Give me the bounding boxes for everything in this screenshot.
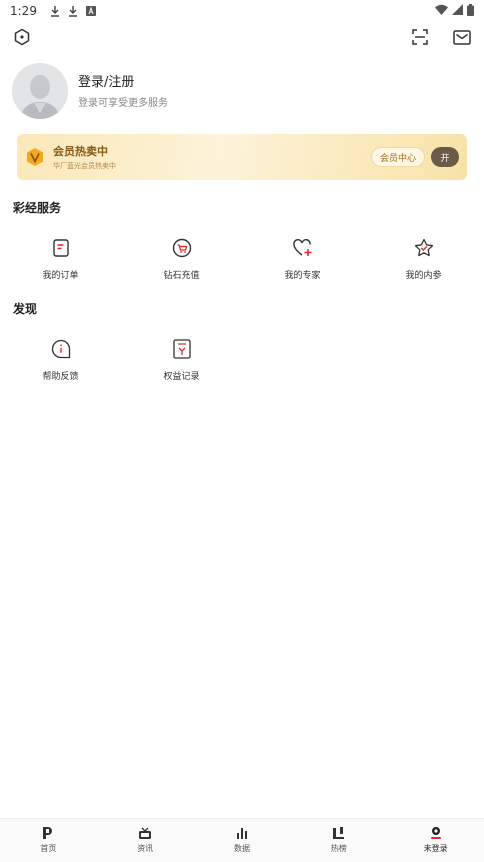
benefit-record-label: 权益记录 (163, 372, 200, 382)
tab-news[interactable]: 资讯 (97, 819, 194, 862)
avatar[interactable] (12, 63, 68, 119)
star-check-icon (413, 237, 435, 259)
top-bar (0, 26, 484, 50)
tv-icon (138, 826, 152, 840)
my-insider-item[interactable]: 我的内参 (363, 237, 484, 281)
help-feedback-item[interactable]: 帮助反馈 (0, 338, 121, 382)
discover-grid: 帮助反馈 权益记录 (0, 338, 484, 382)
home-icon (41, 826, 55, 840)
tab-hot-list-label: 热榜 (330, 844, 347, 853)
lottery-services-grid: 我的订单 钻石充值 我的专家 我的内参 (0, 237, 484, 281)
vip-title: 会员热卖中 (53, 145, 108, 158)
tab-data[interactable]: 数据 (194, 819, 291, 862)
diamond-cart-icon (171, 237, 193, 259)
section-title-lottery-services: 彩经服务 (13, 201, 62, 215)
bar-chart-icon (235, 826, 249, 840)
status-time: 1:29 (10, 4, 37, 18)
vip-badge-icon (27, 148, 43, 166)
help-feedback-label: 帮助反馈 (42, 372, 79, 382)
tab-not-logged-in[interactable]: 未登录 (387, 819, 484, 862)
order-icon (50, 237, 72, 259)
vip-subtitle: 华厂蓝光会员热卖中 (53, 162, 116, 170)
text-icon (85, 5, 97, 17)
tab-data-label: 数据 (233, 844, 250, 853)
scan-icon[interactable] (409, 26, 431, 48)
login-subtitle: 登录可享受更多服务 (78, 97, 168, 109)
bottom-tab-bar: 首页 资讯 数据 热榜 未登录 (0, 818, 484, 862)
heart-plus-icon (292, 237, 314, 259)
my-orders-item[interactable]: 我的订单 (0, 237, 121, 281)
tab-news-label: 资讯 (137, 844, 154, 853)
my-insider-label: 我的内参 (405, 271, 442, 281)
download-icon (49, 5, 61, 17)
tab-home-label: 首页 (40, 844, 57, 853)
login-register-title[interactable]: 登录/注册 (78, 74, 168, 92)
battery-icon (467, 3, 474, 19)
my-orders-label: 我的订单 (42, 271, 79, 281)
status-bar: 1:29 (0, 0, 484, 22)
profile-login-area[interactable]: 登录/注册 登录可享受更多服务 (12, 62, 472, 120)
my-experts-label: 我的专家 (284, 271, 321, 281)
vip-open-button[interactable]: 开 (431, 147, 459, 167)
my-experts-item[interactable]: 我的专家 (242, 237, 363, 281)
vip-center-button[interactable]: 会员中心 (370, 147, 425, 167)
download-icon (67, 5, 79, 17)
wifi-icon (435, 4, 448, 18)
diamond-recharge-item[interactable]: 钻石充值 (121, 237, 242, 281)
record-icon (171, 338, 193, 360)
tab-not-logged-in-label: 未登录 (423, 844, 448, 853)
tab-hot-list[interactable]: 热榜 (290, 819, 387, 862)
info-chat-icon (50, 338, 72, 360)
vip-banner[interactable]: 会员热卖中 华厂蓝光会员热卖中 会员中心 开 (17, 134, 467, 180)
hexagon-settings-icon[interactable] (11, 26, 33, 48)
signal-icon (452, 4, 463, 18)
mail-icon[interactable] (451, 26, 473, 48)
hot-list-icon (332, 826, 346, 840)
tab-home[interactable]: 首页 (0, 819, 97, 862)
benefit-record-item[interactable]: 权益记录 (121, 338, 242, 382)
diamond-recharge-label: 钻石充值 (163, 271, 200, 281)
section-title-discover: 发现 (13, 302, 38, 316)
user-icon (429, 826, 443, 840)
